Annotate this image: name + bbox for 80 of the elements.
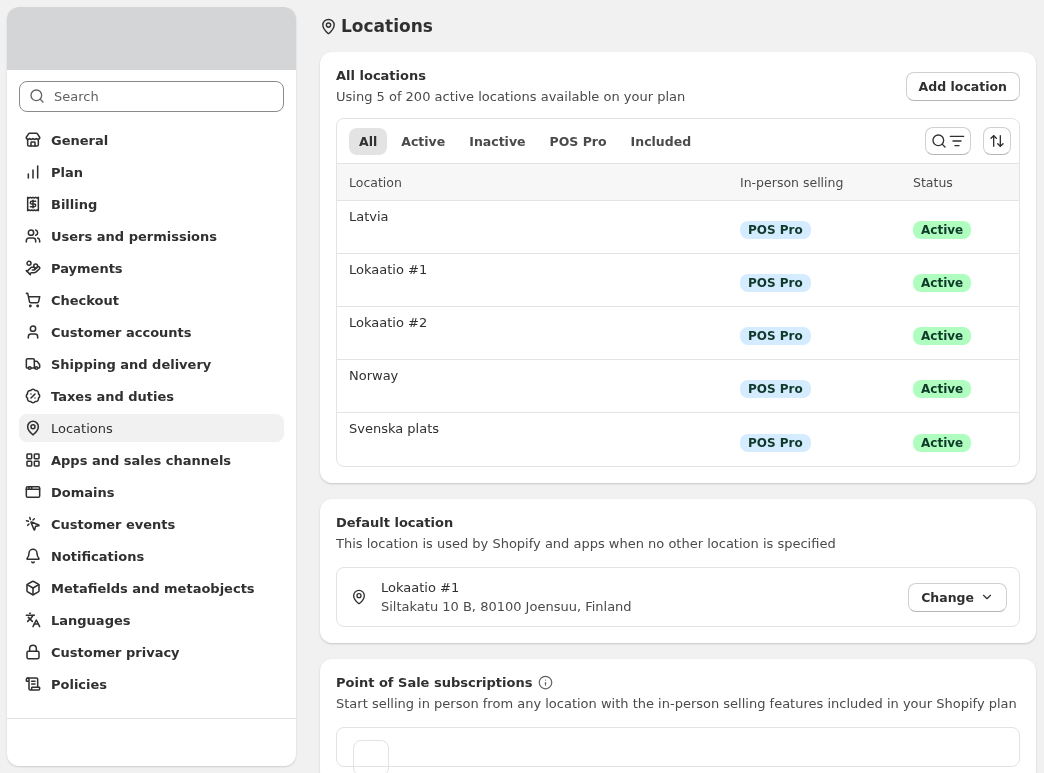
status-badge: Active	[913, 327, 972, 345]
grid-icon	[25, 452, 41, 468]
selling-badge: POS Pro	[740, 327, 811, 345]
search-filter-button[interactable]	[925, 127, 971, 155]
filter-icon	[949, 133, 965, 149]
sidebar-item[interactable]: Notifications	[19, 542, 284, 570]
truck-icon	[25, 356, 41, 372]
card-title: Default location	[336, 515, 455, 530]
card-title: Point of Sale subscriptions	[336, 675, 533, 690]
sidebar-item[interactable]: Payments	[19, 254, 284, 282]
filter-tab[interactable]: Included	[620, 127, 702, 155]
location-name[interactable]: Latvia	[349, 209, 389, 224]
sidebar-item[interactable]: Customer events	[19, 510, 284, 538]
search-icon	[29, 88, 45, 104]
filter-tab[interactable]: Active	[391, 127, 456, 155]
add-location-button[interactable]: Add location	[905, 71, 1020, 101]
card-subtitle: This location is used by Shopify and apps when no other location is specified	[336, 536, 837, 551]
card-subtitle: Using 5 of 200 active locations available on your plan	[336, 89, 686, 104]
pointer-icon	[25, 516, 41, 532]
status-badge: Active	[913, 433, 972, 452]
location-address: Siltakatu 10 B, 80100 Joensuu, Finland	[381, 599, 633, 614]
users-icon	[25, 228, 41, 244]
search-field[interactable]: Search	[19, 81, 284, 112]
sidebar-item[interactable]: Plan	[19, 158, 284, 186]
filter-tab[interactable]: POS Pro	[539, 127, 617, 155]
page-title: Locations	[341, 16, 433, 36]
sidebar-item[interactable]: Taxes and duties	[19, 382, 284, 410]
status-badge: Active	[913, 221, 972, 239]
sidebar-item[interactable]: Locations	[19, 414, 284, 442]
percent-badge-icon	[25, 388, 41, 404]
selling-badge: POS Pro	[740, 274, 811, 292]
location-name[interactable]: Norway	[349, 368, 399, 383]
search-icon	[931, 133, 947, 149]
bell-icon	[25, 548, 41, 564]
lock-icon	[25, 644, 41, 660]
sidebar-item[interactable]: Customer privacy	[19, 638, 284, 666]
sidebar-item[interactable]: Customer accounts	[19, 318, 284, 346]
user-icon	[25, 324, 41, 340]
status-badge: Active	[913, 274, 972, 292]
column-header: In-person selling	[728, 164, 901, 201]
change-button[interactable]: Change	[908, 582, 1007, 612]
cart-icon	[25, 292, 41, 308]
selling-badge: POS Pro	[740, 380, 811, 398]
card-title: All locations	[336, 68, 427, 83]
sidebar-item[interactable]: Metafields and metaobjects	[19, 574, 284, 602]
sidebar-item[interactable]: Domains	[19, 478, 284, 506]
sidebar-item[interactable]: Checkout	[19, 286, 284, 314]
chart-icon	[25, 164, 41, 180]
sidebar-item[interactable]: Billing	[19, 190, 284, 218]
sidebar-item[interactable]: Policies	[19, 670, 284, 698]
store-icon	[25, 132, 41, 148]
sidebar-item[interactable]: Shipping and delivery	[19, 350, 284, 378]
sidebar-item[interactable]: Users and permissions	[19, 222, 284, 250]
sidebar-item[interactable]: Apps and sales channels	[19, 446, 284, 474]
sidebar-item[interactable]: Languages	[19, 606, 284, 634]
map-pin-icon	[25, 420, 41, 436]
location-name[interactable]: Svenska plats	[349, 421, 440, 436]
languages-icon	[25, 612, 41, 628]
selling-badge: POS Pro	[740, 221, 811, 239]
column-header: Location	[337, 164, 728, 201]
location-name: Lokaatio #1	[381, 580, 461, 595]
column-header: Status	[901, 164, 1019, 201]
filter-tab[interactable]: All	[349, 127, 388, 155]
scroll-icon	[25, 676, 41, 692]
map-pin-icon	[351, 589, 367, 605]
sort-icon	[989, 133, 1005, 149]
filter-tab[interactable]: Inactive	[459, 127, 536, 155]
selling-badge: POS Pro	[740, 433, 811, 452]
sort-button[interactable]	[983, 127, 1011, 155]
window-icon	[25, 484, 41, 500]
hand-coins-icon	[25, 260, 41, 276]
card-subtitle: Start selling in person from any location with the in-person selling features included in your Shopify plan	[336, 696, 1018, 711]
receipt-icon	[25, 196, 41, 212]
box-icon	[25, 580, 41, 596]
map-pin-icon	[320, 17, 337, 35]
location-name[interactable]: Lokaatio #2	[349, 315, 428, 330]
sidebar-item[interactable]: General	[19, 126, 284, 154]
info-icon[interactable]	[538, 675, 554, 690]
location-name[interactable]: Lokaatio #1	[349, 262, 428, 277]
status-badge: Active	[913, 380, 972, 398]
